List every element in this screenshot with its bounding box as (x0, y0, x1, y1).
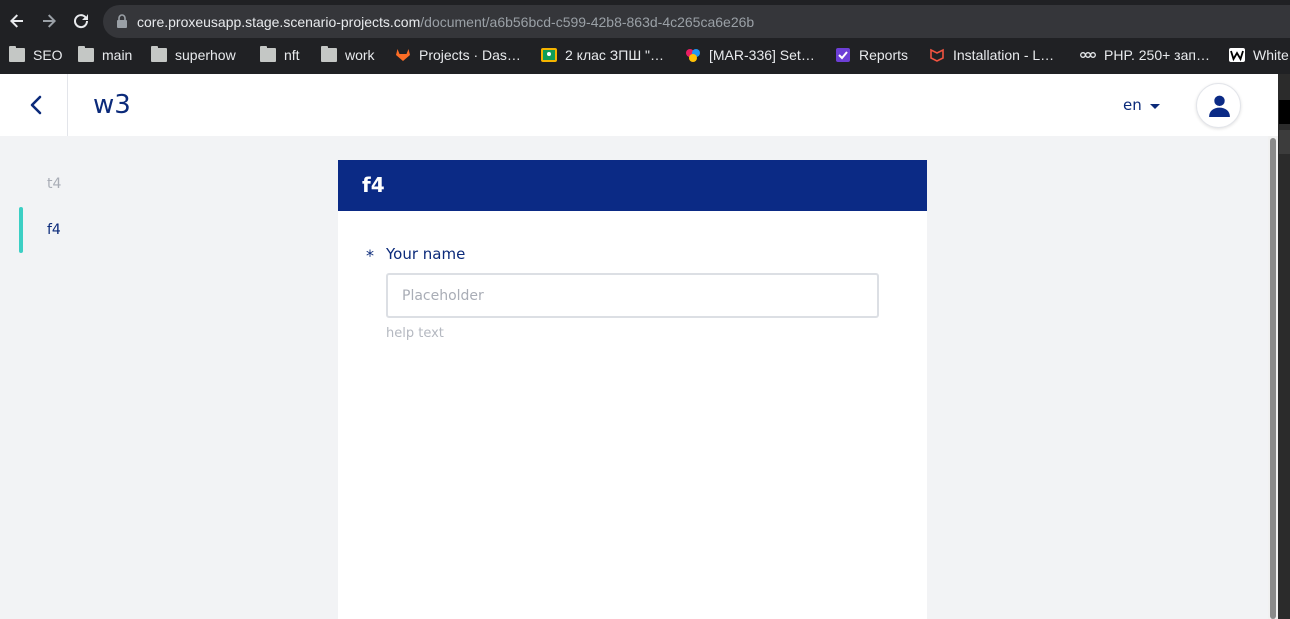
bookmark-white[interactable]: White (1229, 42, 1289, 68)
bookmark-installation[interactable]: Installation - L… (929, 42, 1054, 68)
step-t4[interactable]: t4 (47, 176, 61, 192)
browser-chrome: core.proxeusapp.stage.scenario-projects.… (0, 0, 1290, 74)
form-card-header: f4 (338, 160, 927, 211)
checkbox-icon (836, 48, 850, 62)
panel-edge-block (1279, 100, 1290, 124)
user-icon (1209, 95, 1230, 117)
your-name-label: Your name (386, 245, 466, 263)
bookmark-superhow[interactable]: superhow (151, 42, 236, 68)
bookmark-classroom[interactable]: 2 клас ЗПШ "… (541, 42, 664, 68)
bookmark-main[interactable]: main (78, 42, 132, 68)
language-selector[interactable]: en (1123, 96, 1160, 114)
scrollbar-thumb[interactable] (1270, 138, 1276, 619)
bookmark-projects[interactable]: Projects · Das… (395, 42, 521, 68)
back-chevron-icon[interactable] (26, 94, 48, 116)
bookmark-work[interactable]: work (321, 42, 375, 68)
devtools-panel-edge (1278, 74, 1290, 619)
bookmark-php[interactable]: PHP. 250+ зап… (1080, 42, 1210, 68)
browser-reload-icon[interactable] (70, 10, 92, 32)
bookmark-nft[interactable]: nft (260, 42, 300, 68)
gitlab-icon (396, 49, 410, 61)
user-avatar-button[interactable] (1196, 83, 1241, 128)
address-bar[interactable]: core.proxeusapp.stage.scenario-projects.… (103, 5, 1290, 38)
app-header: w3 en (0, 74, 1278, 136)
url-text: core.proxeusapp.stage.scenario-projects.… (137, 14, 755, 30)
classroom-icon (541, 48, 557, 62)
folder-icon (151, 46, 167, 62)
required-asterisk: * (366, 246, 374, 265)
folder-icon (260, 46, 276, 62)
workflow-title: w3 (93, 90, 131, 120)
panel-edge-block (1279, 130, 1290, 154)
header-divider (67, 74, 68, 136)
your-name-input[interactable] (386, 273, 879, 318)
language-label: en (1123, 96, 1142, 114)
browser-forward-icon[interactable] (38, 10, 60, 32)
laravel-icon (930, 48, 944, 62)
w-icon (1229, 48, 1245, 62)
folder-icon (321, 46, 337, 62)
caret-down-icon (1149, 103, 1160, 109)
bookmark-mar-336[interactable]: [MAR-336] Set… (685, 42, 815, 68)
folder-icon (78, 46, 94, 62)
dou-icon (1080, 52, 1096, 58)
bookmark-reports[interactable]: Reports (835, 42, 908, 68)
browser-back-icon[interactable] (6, 10, 28, 32)
app-icon (686, 49, 700, 62)
step-f4[interactable]: f4 (47, 222, 61, 238)
lock-icon (117, 14, 127, 28)
folder-icon (9, 46, 25, 62)
bookmarks-bar: SEO main superhow nft work Projects · Da… (0, 42, 1290, 70)
help-text: help text (386, 326, 444, 341)
bookmark-seo[interactable]: SEO (9, 42, 63, 68)
active-step-indicator (19, 207, 23, 253)
form-title: f4 (362, 173, 385, 197)
